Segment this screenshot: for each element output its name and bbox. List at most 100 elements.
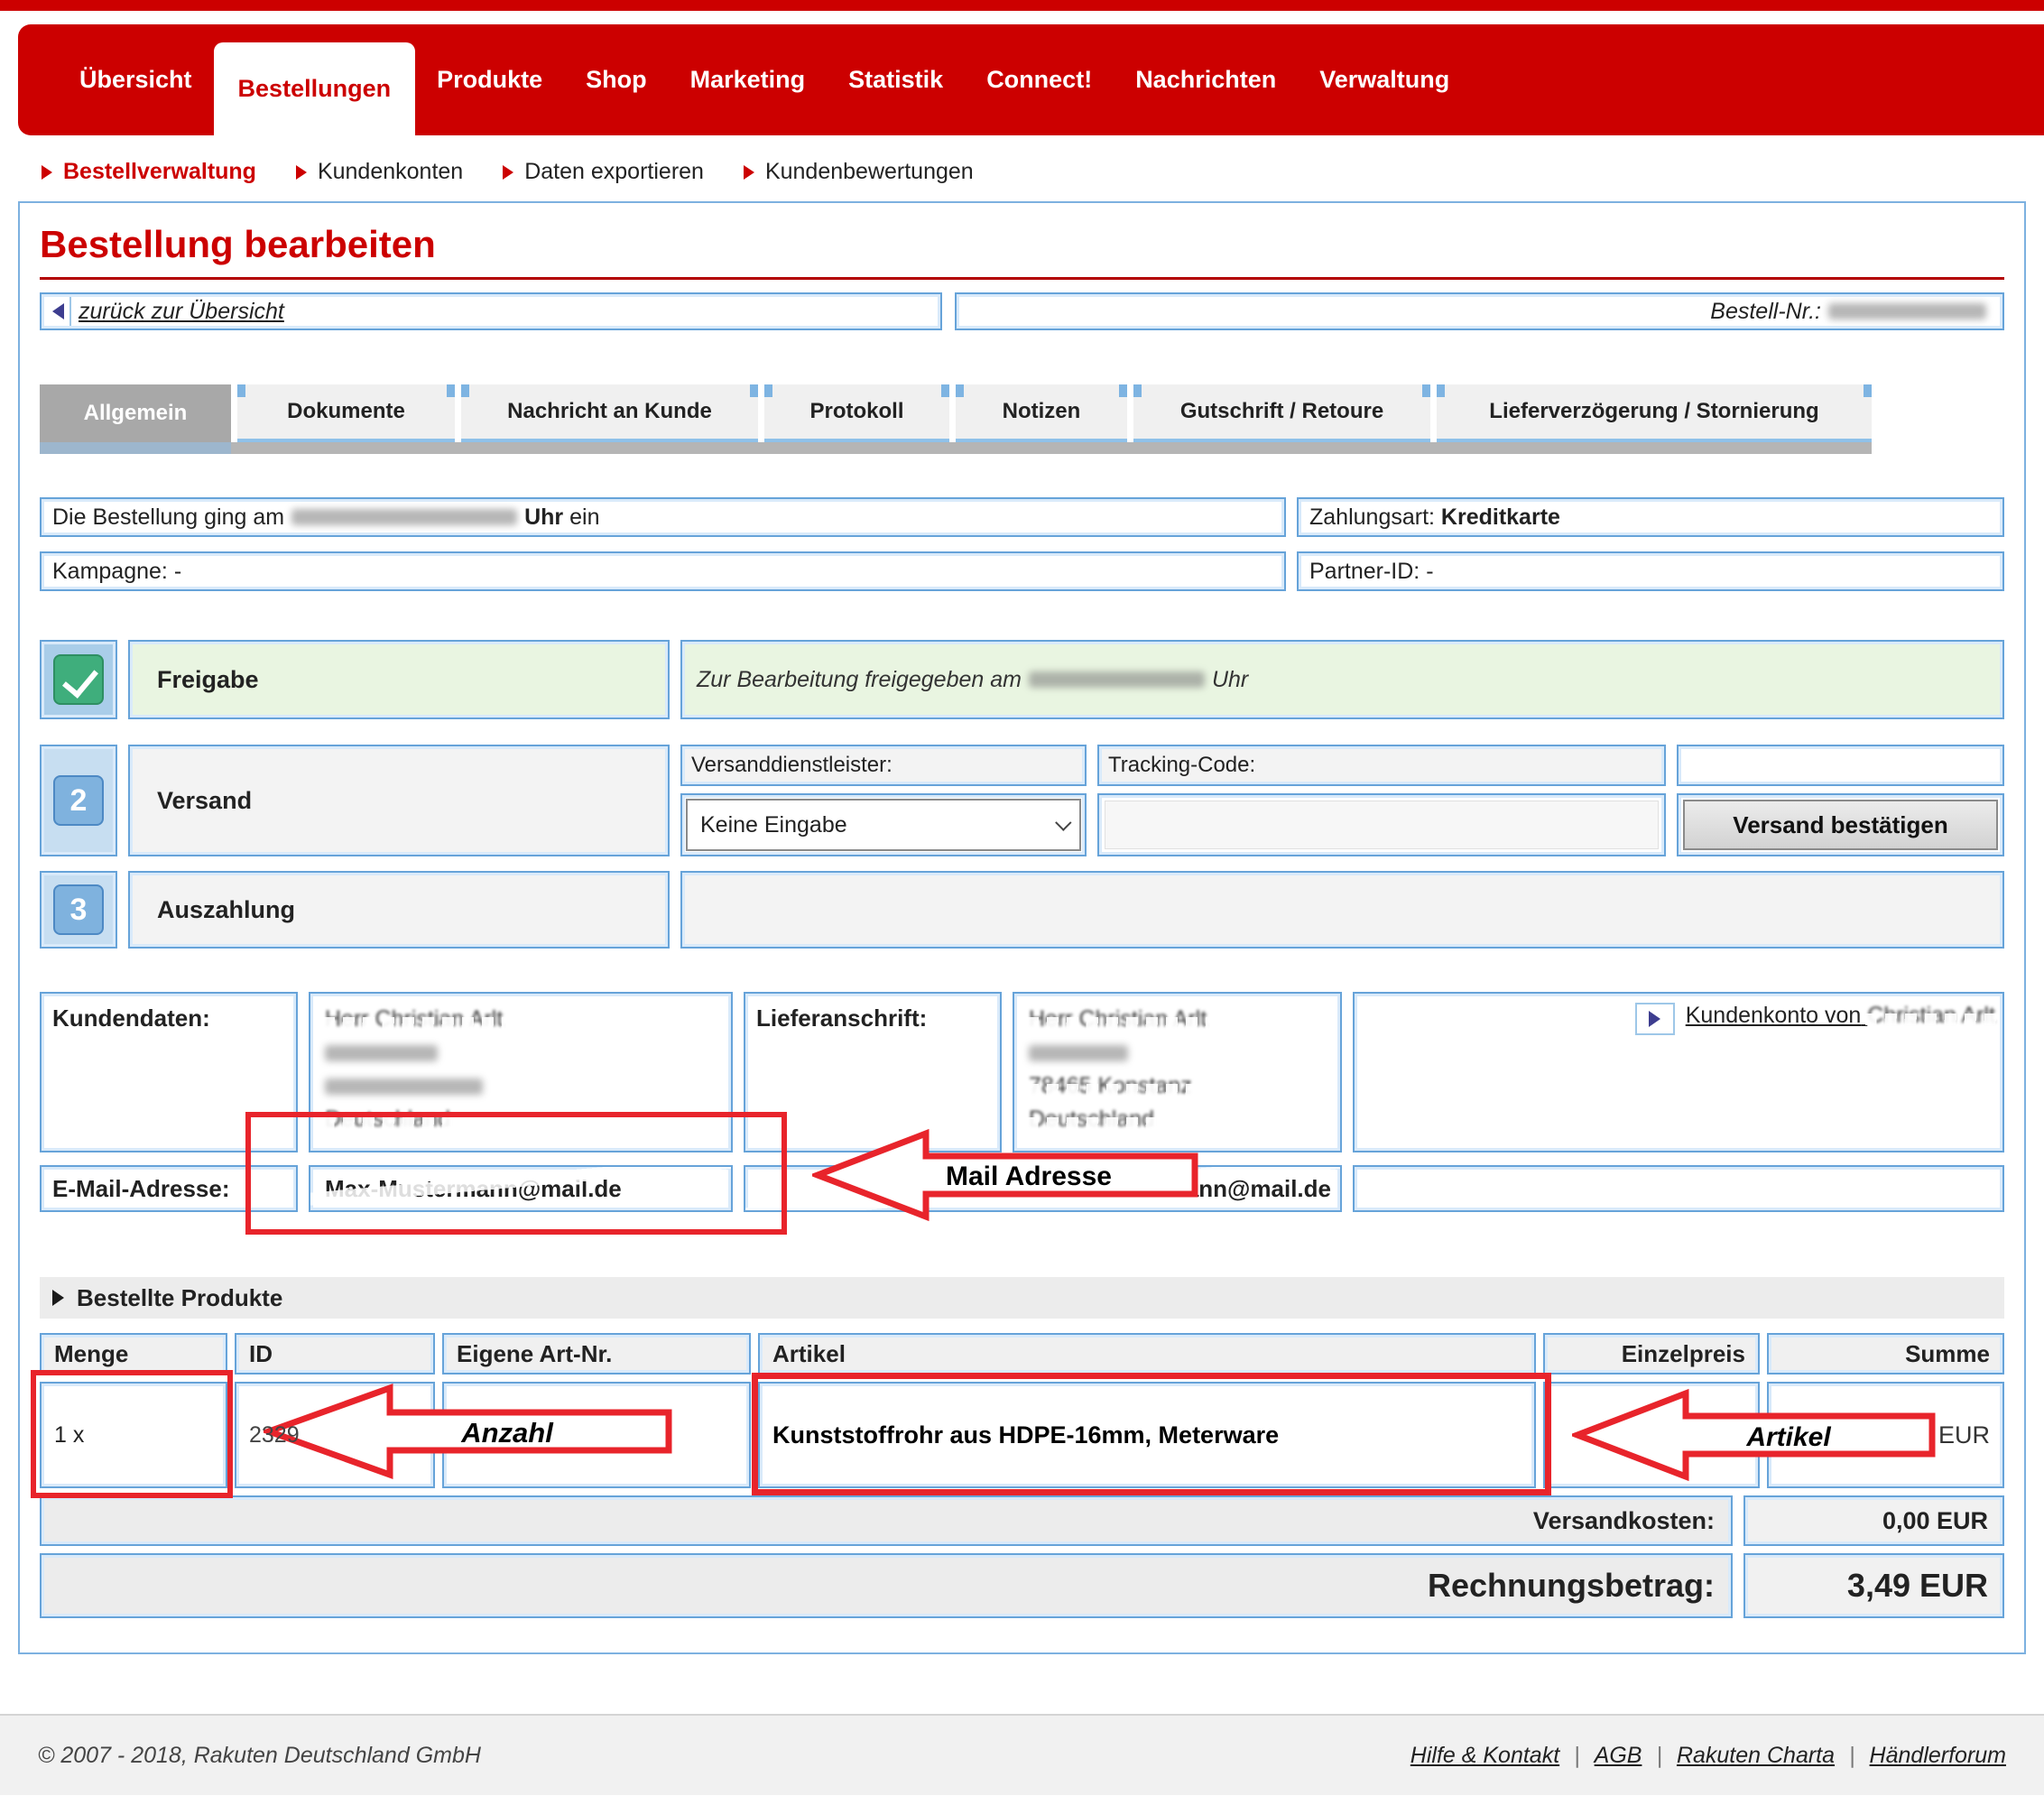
kundenkonto-link-prefix: Kundenkonto von (1686, 1003, 1862, 1028)
tab-notizen[interactable]: Notizen (956, 384, 1127, 442)
billing-country: Deutschland (325, 1103, 450, 1136)
check-icon[interactable] (53, 654, 104, 705)
col-einzelpreis: Einzelpreis (1543, 1333, 1760, 1375)
footer: © 2007 - 2018, Rakuten Deutschland GmbH … (0, 1714, 2044, 1795)
subnav-bestellverwaltung[interactable]: Bestellverwaltung (42, 159, 256, 185)
billing-city-redacted (325, 1078, 483, 1095)
customer-account-box: Kundenkonto von Christian Arlt (1353, 992, 2004, 1152)
subnav-label: Kundenbewertungen (765, 159, 974, 185)
red-arrow-icon (296, 165, 307, 180)
footer-link-haendlerforum[interactable]: Händlerforum (1870, 1743, 2006, 1769)
nav-item-uebersicht[interactable]: Übersicht (58, 66, 214, 94)
detail-tabs: Allgemein Dokumente Nachricht an Kunde P… (40, 384, 2004, 442)
back-to-overview-link[interactable]: zurück zur Übersicht (79, 299, 284, 325)
billing-address: Herr Christian Arlt Deutschland (309, 992, 733, 1152)
email-value: Max-Mustermann@mail.de (325, 1175, 622, 1203)
kundenkonto-link[interactable]: Kundenkonto von Christian Arlt (1686, 1003, 1995, 1029)
versand-bestaetigen-button[interactable]: Versand bestätigen (1683, 800, 1998, 850)
footer-link-hilfe[interactable]: Hilfe & Kontakt (1410, 1743, 1559, 1769)
lieferanschrift-label: Lieferanschrift: (744, 992, 1002, 1152)
dienstleister-label: Versanddienstleister: (680, 745, 1087, 786)
subnav-label: Kundenkonten (318, 159, 463, 185)
step-3-badge: 3 (53, 884, 104, 935)
shipping-name: Herr Christian Arlt (1029, 1003, 1207, 1036)
nav-item-bestellungen[interactable]: Bestellungen (214, 42, 416, 136)
red-arrow-icon (42, 165, 52, 180)
order-number-box: Bestell-Nr.: (955, 292, 2004, 330)
col-id: ID (235, 1333, 435, 1375)
footer-separator: | (1574, 1743, 1580, 1769)
kundenkonto-link-name: Christian Arlt (1867, 1003, 1995, 1029)
sub-navbar: Bestellverwaltung Kundenkonten Daten exp… (42, 159, 2044, 185)
order-date-suffix: ein (569, 504, 599, 531)
rechnungsbetrag-row: Rechnungsbetrag: 3,49 EUR (40, 1553, 2004, 1618)
subnav-label: Bestellverwaltung (63, 159, 256, 185)
order-date-redacted (291, 509, 517, 525)
tab-protokoll[interactable]: Protokoll (764, 384, 949, 442)
col-eigene-artnr: Eigene Art-Nr. (442, 1333, 751, 1375)
freigabe-status-suffix: Uhr (1212, 667, 1248, 693)
nav-item-marketing[interactable]: Marketing (669, 66, 828, 94)
summe-currency: EUR (1938, 1421, 1990, 1449)
nav-item-connect[interactable]: Connect! (965, 66, 1114, 94)
subnav-label: Daten exportieren (524, 159, 704, 185)
auszahlung-number-cell: 3 (40, 871, 117, 949)
versand-label: Versand (128, 745, 670, 856)
billing-name: Herr Christian Arlt (325, 1003, 503, 1036)
freigabe-status: Zur Bearbeitung freigegeben am Uhr (680, 640, 2004, 719)
nav-item-statistik[interactable]: Statistik (827, 66, 965, 94)
versand-controls: Versanddienstleister: Tracking-Code: Kei… (680, 745, 2004, 856)
nav-item-nachrichten[interactable]: Nachrichten (1114, 66, 1298, 94)
tab-lieferverzoegerung[interactable]: Lieferverzögerung / Stornierung (1437, 384, 1872, 442)
carrier-select-value: Keine Eingabe (700, 812, 847, 838)
step-freigabe: Freigabe Zur Bearbeitung freigegeben am … (40, 640, 2004, 719)
col-summe: Summe (1767, 1333, 2004, 1375)
red-arrow-icon (503, 165, 513, 180)
footer-separator: | (1849, 1743, 1855, 1769)
tab-nachricht-an-kunde[interactable]: Nachricht an Kunde (461, 384, 758, 442)
order-date-prefix: Die Bestellung ging am (52, 504, 284, 531)
payment-box: Zahlungsart: Kreditkarte (1297, 497, 2004, 537)
account-arrow-icon[interactable] (1635, 1003, 1675, 1035)
step-2-badge: 2 (53, 775, 104, 826)
tabstrip (40, 442, 1872, 454)
shipping-address: Herr Christian Arlt 78465 Konstanz Deuts… (1013, 992, 1342, 1152)
product-row: 1 x 2329 Kunststoffrohr aus HDPE-16mm, M… (40, 1382, 2004, 1488)
cell-menge: 1 x (40, 1382, 227, 1488)
order-detail-panel: Bestellung bearbeiten zurück zur Übersic… (18, 201, 2026, 1654)
email-empty-box (1353, 1165, 2004, 1212)
kampagne-box: Kampagne: - (40, 551, 1286, 591)
back-link-box: zurück zur Übersicht (40, 292, 942, 330)
top-red-strip (0, 0, 2044, 11)
kundendaten-label: Kundendaten: (40, 992, 298, 1152)
page-title: Bestellung bearbeiten (40, 223, 2004, 266)
subnav-daten-exportieren[interactable]: Daten exportieren (503, 159, 704, 185)
email-row: E-Mail-Adresse: Max-Mustermann@mail.de M… (40, 1165, 2004, 1212)
red-arrow-icon (744, 165, 754, 180)
back-arrow-icon[interactable] (46, 297, 71, 326)
versandkosten-label: Versandkosten: (40, 1495, 1733, 1546)
subnav-kundenkonten[interactable]: Kundenkonten (296, 159, 463, 185)
nav-item-shop[interactable]: Shop (564, 66, 669, 94)
footer-link-charta[interactable]: Rakuten Charta (1677, 1743, 1835, 1769)
email-value-box: Max-Mustermann@mail.de (309, 1165, 733, 1212)
shipping-city: 78465 Konstanz (1029, 1069, 1192, 1103)
title-divider (40, 277, 2004, 280)
nav-item-produkte[interactable]: Produkte (415, 66, 564, 94)
carrier-select[interactable]: Keine Eingabe (686, 799, 1081, 851)
shipping-country: Deutschland (1029, 1103, 1154, 1136)
tracking-label: Tracking-Code: (1097, 745, 1666, 786)
tab-allgemein[interactable]: Allgemein (40, 384, 231, 442)
step-versand: 2 Versand Versanddienstleister: Tracking… (40, 745, 2004, 856)
back-row: zurück zur Übersicht Bestell-Nr.: (40, 292, 2004, 330)
freigabe-check-cell (40, 640, 117, 719)
cell-einzelpreis (1543, 1382, 1760, 1488)
tracking-input[interactable] (1105, 801, 1659, 849)
tab-gutschrift-retoure[interactable]: Gutschrift / Retoure (1133, 384, 1430, 442)
tab-dokumente[interactable]: Dokumente (237, 384, 455, 442)
footer-link-agb[interactable]: AGB (1595, 1743, 1642, 1769)
subnav-kundenbewertungen[interactable]: Kundenbewertungen (744, 159, 974, 185)
versand-spacer-box (1677, 745, 2004, 786)
nav-item-verwaltung[interactable]: Verwaltung (1298, 66, 1471, 94)
col-artikel: Artikel (758, 1333, 1536, 1375)
